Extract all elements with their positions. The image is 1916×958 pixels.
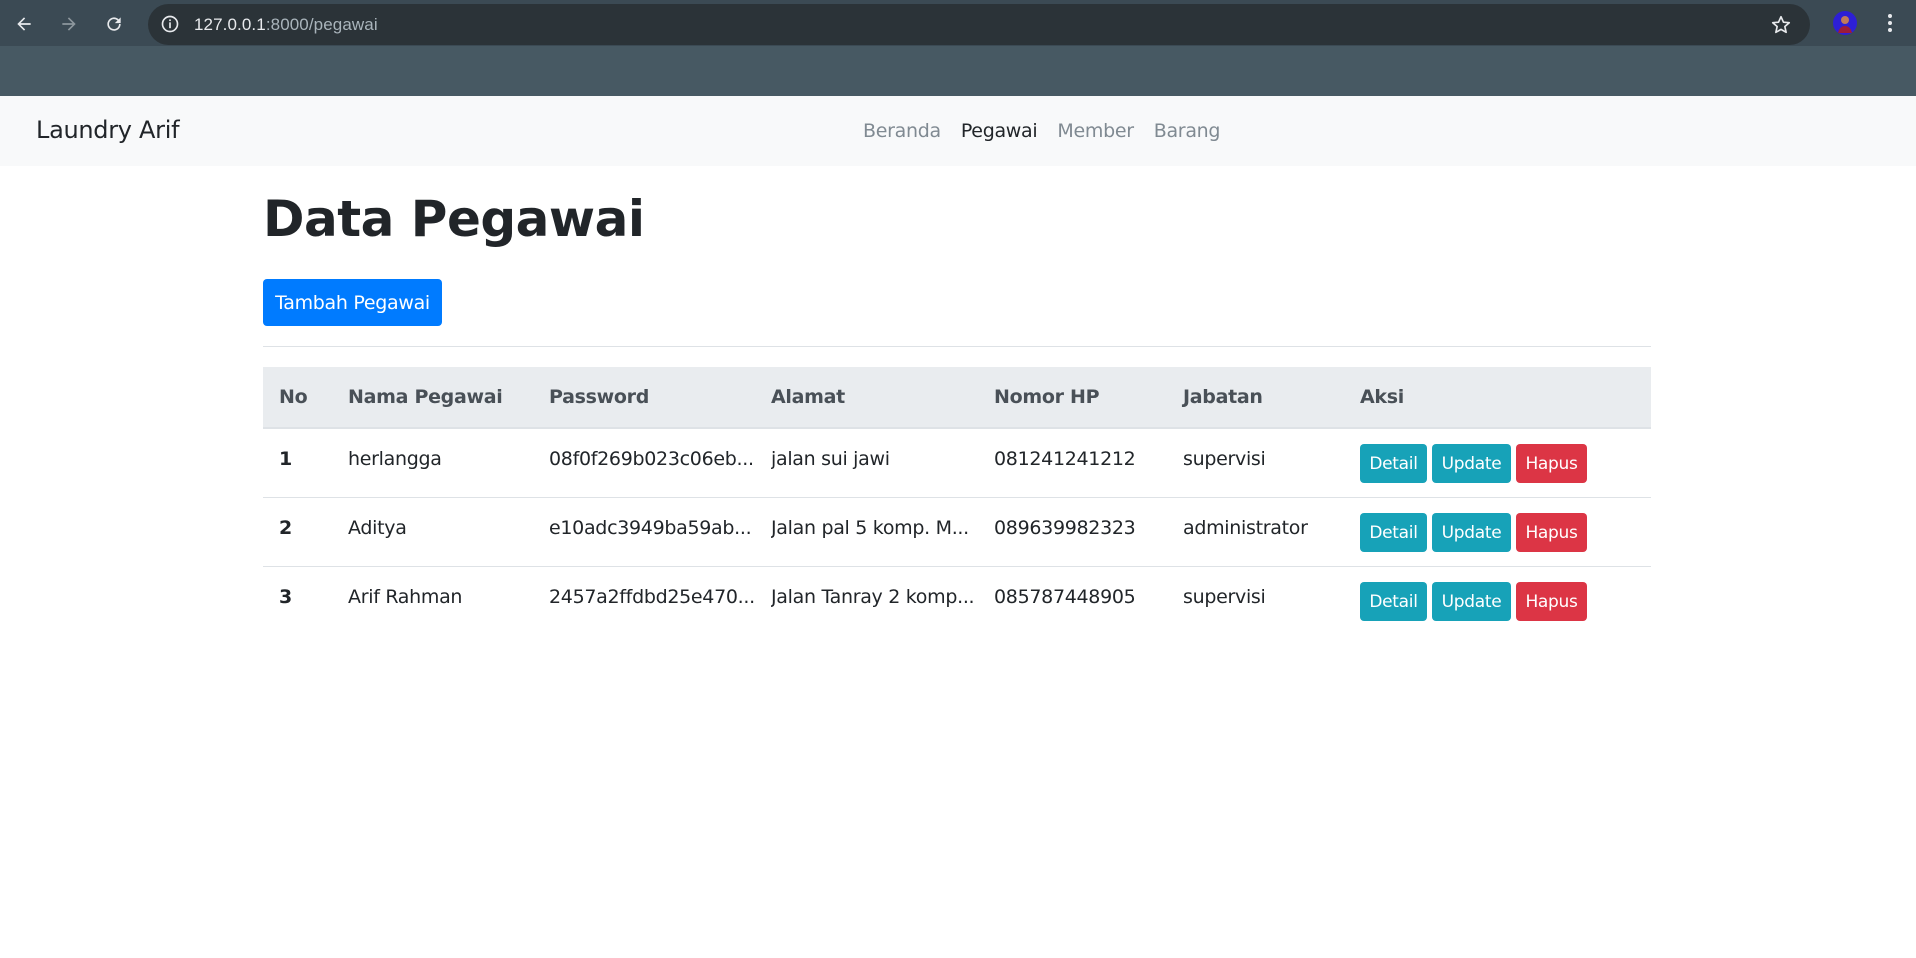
- nav-link-barang[interactable]: Barang: [1154, 120, 1221, 142]
- cell-alamat: Jalan Tanray 2 komp...: [771, 586, 975, 608]
- cell-no: 2: [279, 517, 292, 539]
- cell-nama: herlangga: [348, 448, 442, 470]
- update-button[interactable]: Update: [1432, 513, 1511, 552]
- nav-link-member[interactable]: Member: [1057, 120, 1134, 142]
- url-text[interactable]: 127.0.0.1:8000/pegawai: [194, 15, 378, 35]
- cell-no: 1: [279, 448, 292, 470]
- profile-avatar[interactable]: [1833, 11, 1857, 35]
- header-aksi: Aksi: [1360, 386, 1404, 408]
- cell-password: 2457a2ffdbd25e470...: [549, 586, 755, 608]
- cell-alamat: jalan sui jawi: [771, 448, 890, 470]
- detail-button[interactable]: Detail: [1360, 513, 1427, 552]
- site-info-icon[interactable]: [160, 14, 180, 34]
- cell-nomor-hp: 085787448905: [994, 586, 1136, 608]
- cell-jabatan: supervisi: [1183, 448, 1266, 470]
- app-navbar: Laundry Arif Beranda Pegawai Member Bara…: [0, 96, 1916, 166]
- hapus-button[interactable]: Hapus: [1516, 444, 1587, 483]
- bookmark-star-icon[interactable]: [1770, 14, 1792, 36]
- header-nomor-hp: Nomor HP: [994, 386, 1100, 408]
- header-alamat: Alamat: [771, 386, 845, 408]
- hapus-button[interactable]: Hapus: [1516, 582, 1587, 621]
- brand-logo[interactable]: Laundry Arif: [36, 116, 180, 144]
- address-bar[interactable]: 127.0.0.1:8000/pegawai: [148, 4, 1810, 45]
- browser-menu-icon[interactable]: [1880, 10, 1900, 36]
- nav-link-pegawai[interactable]: Pegawai: [961, 120, 1038, 142]
- forward-icon[interactable]: [53, 8, 85, 40]
- table-header: No Nama Pegawai Password Alamat Nomor HP…: [263, 367, 1651, 429]
- browser-bookmarks-area: [0, 46, 1916, 96]
- header-nama: Nama Pegawai: [348, 386, 503, 408]
- page-title: Data Pegawai: [263, 190, 645, 248]
- add-pegawai-button[interactable]: Tambah Pegawai: [263, 279, 442, 326]
- nav-links: Beranda Pegawai Member Barang: [863, 120, 1240, 142]
- cell-jabatan: administrator: [1183, 517, 1308, 539]
- detail-button[interactable]: Detail: [1360, 444, 1427, 483]
- cell-jabatan: supervisi: [1183, 586, 1266, 608]
- cell-password: 08f0f269b023c06eb...: [549, 448, 754, 470]
- cell-alamat: Jalan pal 5 komp. M...: [771, 517, 969, 539]
- table-row: 2 Aditya e10adc3949ba59ab... Jalan pal 5…: [263, 498, 1651, 567]
- update-button[interactable]: Update: [1432, 444, 1511, 483]
- header-no: No: [279, 386, 308, 408]
- divider: [263, 346, 1651, 347]
- reload-icon[interactable]: [98, 8, 130, 40]
- back-icon[interactable]: [8, 8, 40, 40]
- detail-button[interactable]: Detail: [1360, 582, 1427, 621]
- cell-nama: Arif Rahman: [348, 586, 463, 608]
- hapus-button[interactable]: Hapus: [1516, 513, 1587, 552]
- pegawai-table: No Nama Pegawai Password Alamat Nomor HP…: [263, 367, 1651, 636]
- cell-password: e10adc3949ba59ab...: [549, 517, 752, 539]
- cell-nama: Aditya: [348, 517, 407, 539]
- update-button[interactable]: Update: [1432, 582, 1511, 621]
- cell-nomor-hp: 081241241212: [994, 448, 1136, 470]
- cell-no: 3: [279, 586, 292, 608]
- table-row: 1 herlangga 08f0f269b023c06eb... jalan s…: [263, 429, 1651, 498]
- nav-link-beranda[interactable]: Beranda: [863, 120, 941, 142]
- header-jabatan: Jabatan: [1183, 386, 1263, 408]
- header-password: Password: [549, 386, 650, 408]
- table-row: 3 Arif Rahman 2457a2ffdbd25e470... Jalan…: [263, 567, 1651, 636]
- cell-nomor-hp: 089639982323: [994, 517, 1136, 539]
